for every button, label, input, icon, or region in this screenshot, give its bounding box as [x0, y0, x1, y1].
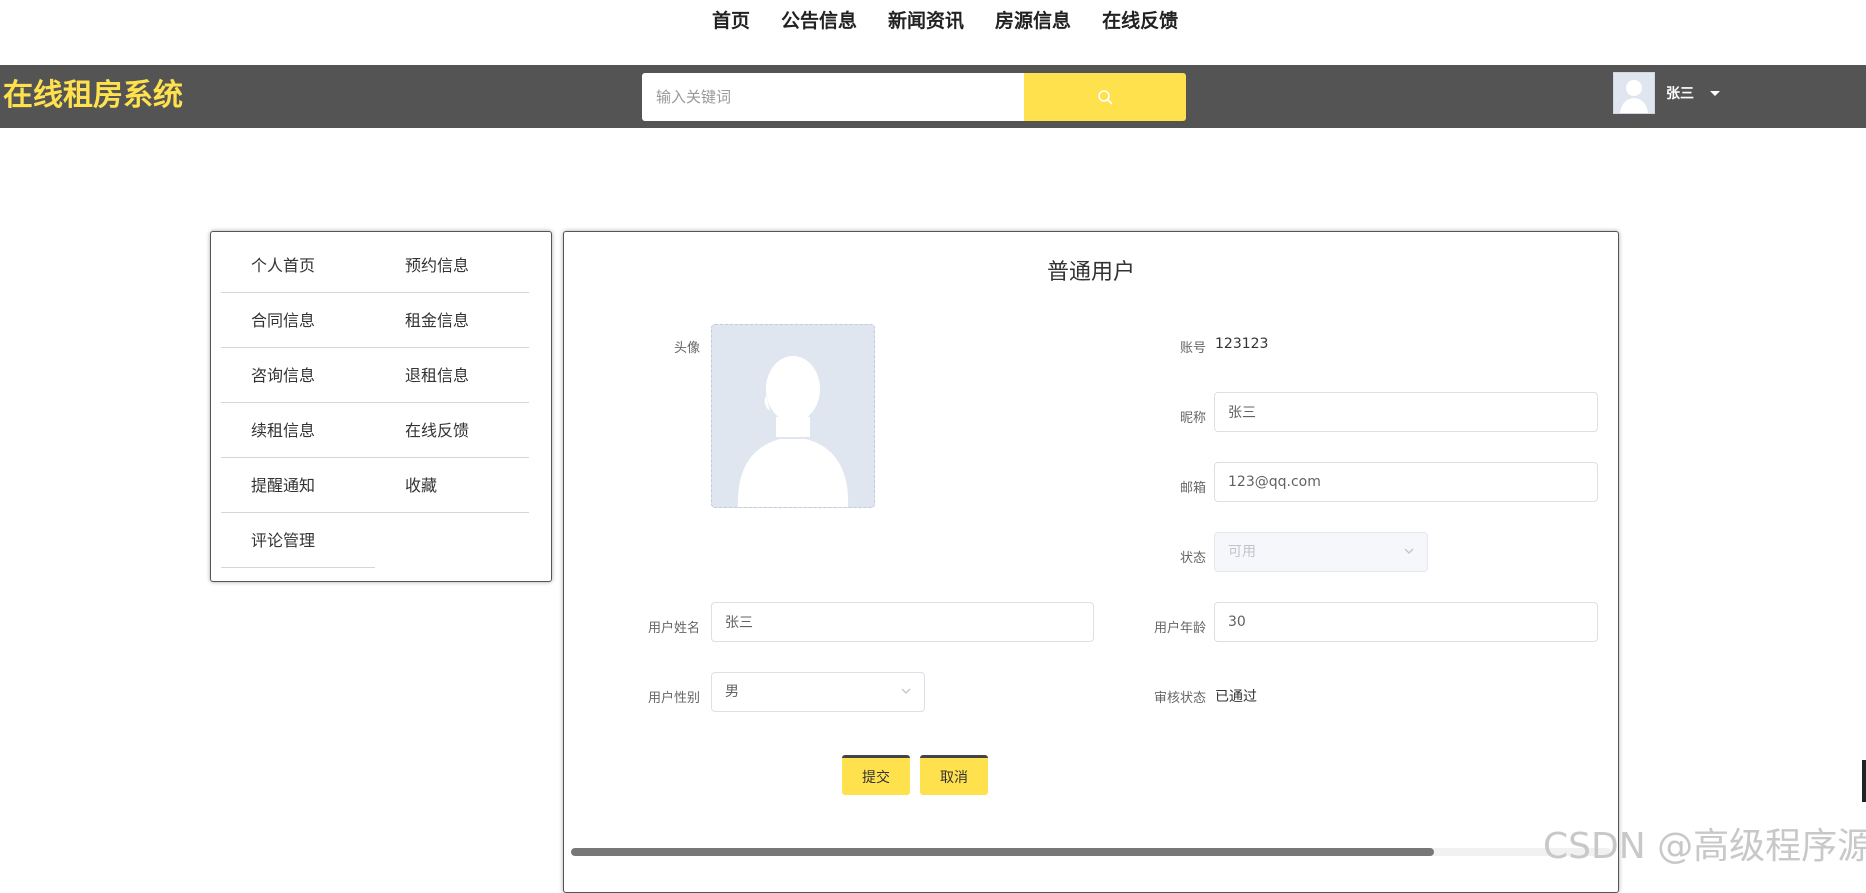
submit-button[interactable]: 提交: [842, 755, 910, 795]
menu-item-consulting[interactable]: 咨询信息: [221, 348, 375, 403]
nickname-field[interactable]: [1214, 392, 1598, 432]
status-label: 状态: [1179, 551, 1206, 566]
brand-title: 在线租房系统: [3, 78, 183, 113]
nickname-label: 昵称: [1179, 411, 1206, 426]
menu-item-reminders[interactable]: 提醒通知: [221, 458, 375, 513]
nav-feedback[interactable]: 在线反馈: [1102, 9, 1178, 33]
header-bar: 在线租房系统 张三: [0, 65, 1866, 128]
search-input[interactable]: [642, 73, 1024, 121]
top-nav-links: 首页 公告信息 新闻资讯 房源信息 在线反馈: [712, 9, 1178, 33]
menu-item-checkout[interactable]: 退租信息: [375, 348, 529, 403]
right-edge-handle: [1862, 760, 1866, 802]
avatar-placeholder-icon: [737, 356, 849, 507]
email-label: 邮箱: [1179, 481, 1206, 496]
menu-item-feedback[interactable]: 在线反馈: [375, 403, 529, 458]
user-name-label: 用户姓名: [647, 621, 700, 636]
user-name-field[interactable]: [711, 602, 1094, 642]
user-name[interactable]: 张三: [1666, 83, 1694, 103]
caret-down-icon[interactable]: [1710, 90, 1720, 96]
avatar-placeholder-icon: [1620, 80, 1648, 113]
status-select: 可用: [1214, 532, 1428, 572]
chevron-down-icon: [1404, 548, 1414, 554]
menu-item-favorites[interactable]: 收藏: [375, 458, 529, 513]
user-gender-label: 用户性别: [647, 691, 700, 706]
email-field[interactable]: [1214, 462, 1598, 502]
search-icon: [1098, 90, 1113, 105]
status-select-value: 可用: [1228, 544, 1256, 560]
menu-item-contracts[interactable]: 合同信息: [221, 293, 375, 348]
menu-item-appointments[interactable]: 预约信息: [375, 238, 529, 293]
watermark: CSDN @高级程序源: [1543, 826, 1866, 867]
search-button[interactable]: [1024, 73, 1186, 121]
nav-news[interactable]: 新闻资讯: [888, 9, 964, 33]
chevron-down-icon: [901, 688, 911, 694]
menu-item-rent[interactable]: 租金信息: [375, 293, 529, 348]
menu-item-comments[interactable]: 评论管理: [221, 513, 375, 568]
menu-item-renewal[interactable]: 续租信息: [221, 403, 375, 458]
horizontal-scrollbar-thumb[interactable]: [571, 848, 1434, 856]
cancel-button[interactable]: 取消: [920, 755, 988, 795]
account-value: 123123: [1215, 336, 1269, 352]
user-center-menu: 个人首页 预约信息 合同信息 租金信息 咨询信息 退租信息 续租信息 在线反馈 …: [210, 231, 552, 582]
profile-panel: 普通用户 头像 账号 123123 昵称 邮箱 状态 可用 用户姓名 用户年龄 …: [563, 231, 1619, 893]
review-status-label: 审核状态: [1153, 691, 1206, 706]
nav-houses[interactable]: 房源信息: [995, 9, 1071, 33]
nav-home[interactable]: 首页: [712, 9, 750, 33]
avatar[interactable]: [1613, 72, 1655, 114]
avatar-upload[interactable]: [711, 324, 875, 508]
page-title: 普通用户: [1046, 260, 1135, 285]
horizontal-scrollbar[interactable]: [571, 848, 1611, 856]
top-nav: 首页 公告信息 新闻资讯 房源信息 在线反馈: [0, 0, 1866, 65]
user-gender-select[interactable]: 男: [711, 672, 925, 712]
user-age-label: 用户年龄: [1153, 621, 1206, 636]
user-menu[interactable]: 张三: [1613, 72, 1720, 114]
nav-notice[interactable]: 公告信息: [781, 9, 857, 33]
user-age-field[interactable]: [1214, 602, 1598, 642]
menu-item-home[interactable]: 个人首页: [221, 238, 375, 293]
account-label: 账号: [1179, 341, 1206, 356]
avatar-label: 头像: [673, 341, 700, 356]
review-status-value: 已通过: [1215, 689, 1257, 705]
user-gender-value: 男: [725, 684, 739, 700]
